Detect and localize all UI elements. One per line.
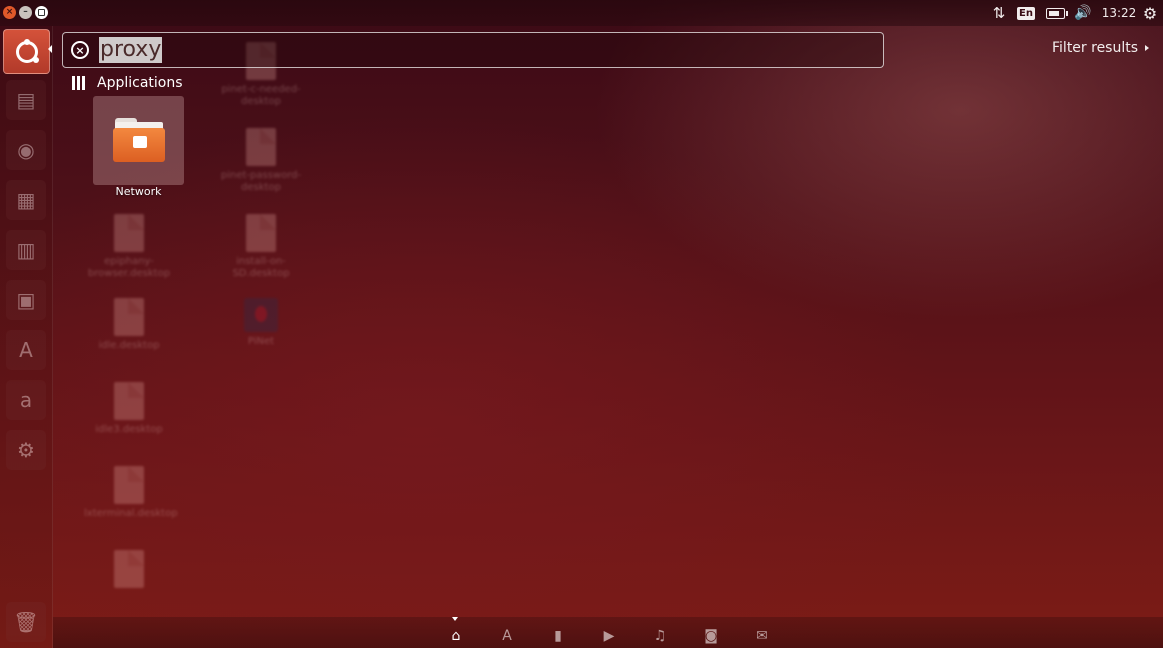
social-lens-icon[interactable]: ✉ <box>752 627 772 645</box>
launcher-active-arrow <box>48 45 52 53</box>
result-label: Network <box>115 185 162 198</box>
network-folder-icon <box>113 118 165 162</box>
result-network[interactable] <box>93 96 184 185</box>
photos-lens-icon[interactable]: ◙ <box>701 627 721 645</box>
minimize-icon[interactable]: – <box>19 6 32 19</box>
volume-icon[interactable]: 🔊 <box>1073 4 1093 22</box>
keyboard-layout-label: En <box>1017 6 1035 20</box>
impress-icon[interactable]: ▣ <box>6 280 46 320</box>
writer-icon[interactable]: ▦ <box>6 180 46 220</box>
desktop-file: PiNet <box>216 298 306 348</box>
firefox-icon[interactable]: ◉ <box>6 130 46 170</box>
desktop-file: idle3.desktop <box>84 382 174 436</box>
ubuntu-dash-icon[interactable] <box>3 29 50 74</box>
maximize-icon[interactable] <box>35 6 48 19</box>
applications-category-icon <box>72 76 86 90</box>
home-lens-icon[interactable]: ⌂ <box>446 627 466 645</box>
files-lens-icon[interactable]: ▮ <box>548 627 568 645</box>
desktop-file: lxterminal.desktop <box>84 466 178 520</box>
close-icon[interactable]: × <box>3 6 16 19</box>
files-icon[interactable]: ▤ <box>6 80 46 120</box>
calc-icon[interactable]: ▥ <box>6 230 46 270</box>
clear-search-icon[interactable]: × <box>71 41 89 59</box>
desktop-file: install-on-SD.desktop <box>216 214 306 280</box>
video-lens-icon[interactable]: ▶ <box>599 627 619 645</box>
clock[interactable]: 13:22 <box>1102 4 1137 22</box>
search-bar[interactable]: × proxy <box>62 32 884 68</box>
battery-icon[interactable] <box>1043 4 1068 22</box>
network-icon[interactable]: ⇅ <box>988 4 1008 22</box>
system-settings-icon[interactable]: ⚙ <box>6 430 46 470</box>
desktop-file: epiphany-browser.desktop <box>84 214 174 280</box>
keyboard-layout-icon[interactable]: En <box>1016 4 1036 22</box>
category-header: Applications <box>97 75 183 91</box>
software-center-icon[interactable]: A <box>6 330 46 370</box>
trash-icon[interactable]: 🗑 <box>6 602 46 642</box>
desktop-file <box>84 550 174 588</box>
launcher: ▤ ◉ ▦ ▥ ▣ A a ⚙ 🗑 <box>0 26 53 648</box>
amazon-icon[interactable]: a <box>6 380 46 420</box>
music-lens-icon[interactable]: ♫ <box>650 627 670 645</box>
search-input[interactable]: proxy <box>99 37 163 63</box>
filter-results-button[interactable]: Filter results <box>1052 40 1149 56</box>
active-lens-indicator <box>452 617 458 621</box>
desktop-file: idle.desktop <box>84 298 174 352</box>
session-gear-icon[interactable]: ⚙ <box>1141 4 1159 23</box>
applications-lens-icon[interactable]: A <box>497 627 517 645</box>
desktop-file: pinet-password-desktop <box>216 128 306 194</box>
